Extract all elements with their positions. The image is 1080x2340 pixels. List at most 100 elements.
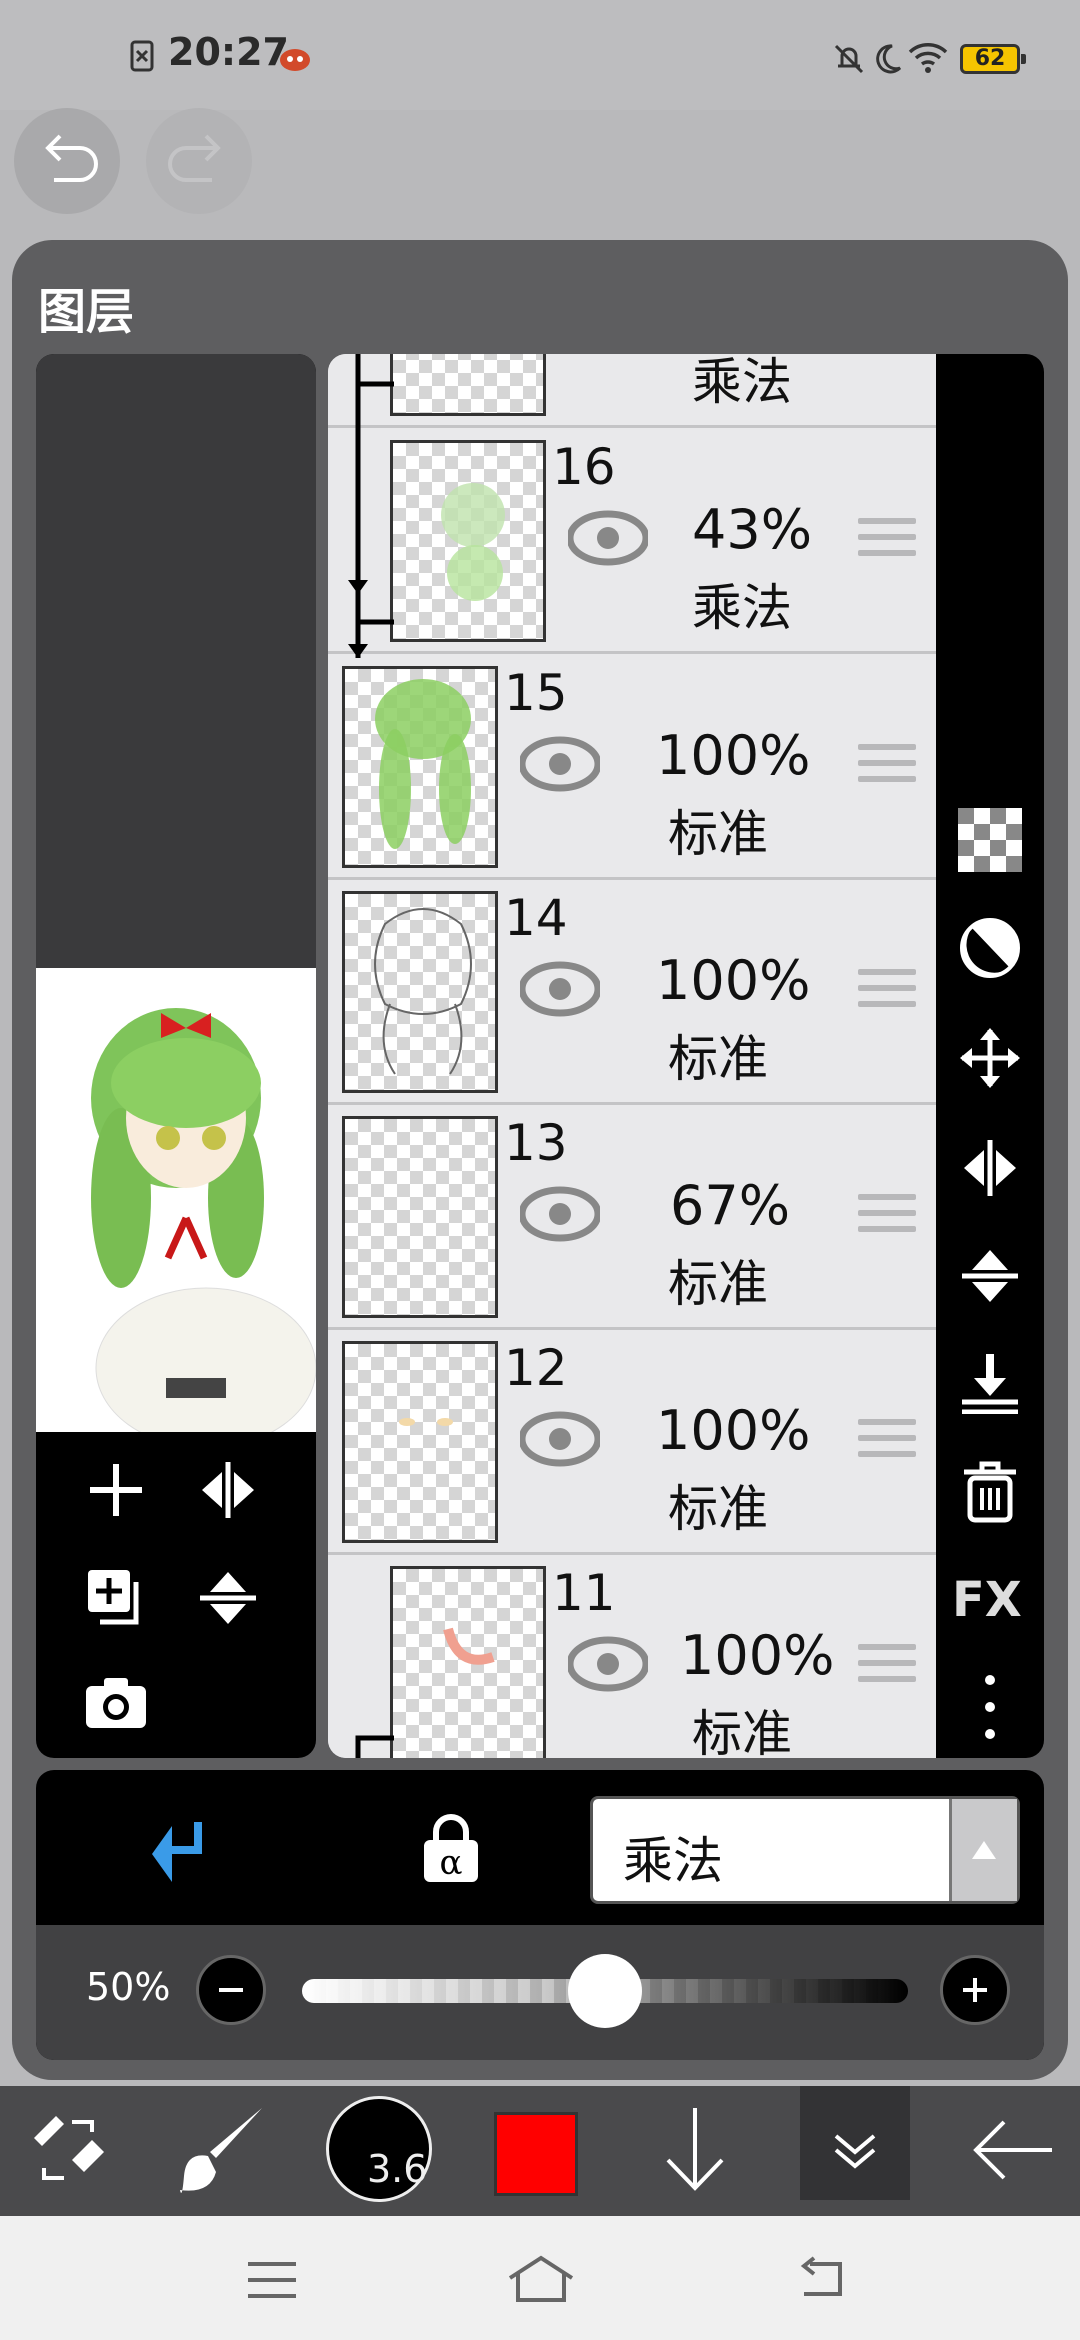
bottom-toolbar: 3.6 [0, 2086, 1080, 2216]
layer-blend-mode: 标准 [668, 805, 768, 863]
layer-row[interactable]: 乘法 [328, 354, 936, 428]
layer-thumbnail [390, 1566, 546, 1758]
layer-number: 11 [552, 1564, 616, 1622]
visibility-eye-icon[interactable] [520, 1409, 600, 1469]
chevron-double-down-icon [834, 2134, 876, 2169]
preview-empty-area [36, 354, 316, 968]
plus-icon [963, 1978, 987, 2002]
visibility-eye-icon[interactable] [520, 734, 600, 794]
fx-button[interactable]: FX [952, 1572, 1022, 1628]
layer-blend-mode: 标准 [668, 1030, 768, 1088]
flip-horizontal-icon[interactable] [196, 1458, 260, 1522]
status-time: 20:27 [168, 30, 289, 74]
drag-handle-icon[interactable] [858, 518, 916, 568]
brush-size-button[interactable]: 3.6 [326, 2096, 432, 2202]
layer-number: 13 [504, 1114, 568, 1172]
panel-title: 图层 [38, 284, 135, 340]
opacity-decrease-button[interactable] [196, 1955, 266, 2025]
svg-text:α: α [440, 1843, 463, 1883]
moon-icon [876, 44, 902, 74]
layer-opacity: 100% [656, 949, 811, 1012]
layer-thumbnail [342, 891, 498, 1093]
system-navigation-bar [0, 2216, 1080, 2340]
layer-panel-toggle-button[interactable] [800, 2086, 910, 2200]
brush-size-value: 3.6 [367, 2147, 428, 2191]
layer-blend-mode: 标准 [692, 1705, 792, 1758]
minus-icon [219, 1988, 243, 1992]
visibility-eye-icon[interactable] [520, 1184, 600, 1244]
merge-down-icon[interactable] [958, 1350, 1022, 1414]
brush-icon[interactable] [176, 2104, 266, 2194]
layer-row[interactable]: 15 100% 标准 [328, 656, 936, 880]
back-icon[interactable] [796, 2256, 852, 2302]
layer-thumbnail [342, 666, 498, 868]
visibility-eye-icon[interactable] [520, 959, 600, 1019]
clipping-indicator [355, 1735, 394, 1758]
sim-icon [130, 40, 154, 72]
drag-handle-icon[interactable] [858, 1419, 916, 1469]
battery-indicator: 62 [960, 44, 1026, 74]
layer-thumbnail [342, 1116, 498, 1318]
drag-handle-icon[interactable] [858, 744, 916, 794]
layer-list[interactable]: 乘法 16 43% 乘法 15 100% 标准 14 100% 标准 13 67… [328, 354, 936, 1758]
clipping-indicator [348, 582, 394, 658]
layer-thumbnail [390, 440, 546, 642]
layer-number: 12 [504, 1339, 568, 1397]
menu-icon[interactable] [246, 2258, 298, 2302]
layer-opacity: 100% [656, 1399, 811, 1462]
layer-blend-mode: 乘法 [692, 354, 792, 411]
layer-row[interactable]: 16 43% 乘法 [328, 430, 936, 654]
layer-number: 14 [504, 889, 568, 947]
trash-icon[interactable] [958, 1460, 1022, 1524]
status-bar: 20:27 62 [0, 0, 1080, 110]
visibility-eye-icon[interactable] [568, 1634, 648, 1694]
contrast-icon[interactable] [958, 916, 1022, 980]
more-vertical-icon[interactable] [980, 1672, 1000, 1742]
alpha-lock-icon[interactable]: α [420, 1814, 482, 1884]
blend-mode-select[interactable]: 乘法 [590, 1796, 1020, 1904]
visibility-eye-icon[interactable] [568, 508, 648, 568]
undo-icon [45, 134, 98, 182]
canvas-preview-column [36, 354, 316, 1758]
layer-row[interactable]: 14 100% 标准 [328, 881, 936, 1105]
redo-button[interactable] [146, 108, 252, 214]
redo-icon [168, 134, 221, 182]
duplicate-layer-icon[interactable] [84, 1566, 148, 1630]
back-arrow-icon[interactable] [968, 2112, 1058, 2188]
layer-opacity: 100% [656, 724, 811, 787]
layer-options-bar: α 乘法 50% [36, 1770, 1044, 2060]
layer-thumbnail [390, 354, 546, 416]
opacity-increase-button[interactable] [940, 1955, 1010, 2025]
drag-handle-icon[interactable] [858, 1194, 916, 1244]
layer-thumbnail [342, 1341, 498, 1543]
undo-button[interactable] [14, 108, 120, 214]
move-icon[interactable] [958, 1026, 1022, 1090]
transparency-checker-icon[interactable] [958, 808, 1022, 872]
mute-icon [834, 44, 864, 74]
camera-icon[interactable] [84, 1674, 148, 1730]
layer-row[interactable]: 11 100% 标准 [328, 1556, 936, 1758]
clipping-arrow-icon[interactable] [142, 1818, 208, 1884]
wifi-icon [908, 43, 948, 73]
layer-number: 16 [552, 438, 616, 496]
flip-vertical-icon[interactable] [196, 1566, 260, 1630]
flip-horizontal-icon[interactable] [958, 1136, 1022, 1200]
flip-vertical-icon[interactable] [958, 1244, 1022, 1308]
dropdown-arrow-button[interactable] [949, 1799, 1017, 1901]
arrow-down-icon[interactable] [660, 2104, 730, 2196]
blend-mode-value: 乘法 [623, 1832, 723, 1890]
triangle-up-icon [972, 1841, 996, 1859]
brush-eraser-swap-icon[interactable] [26, 2108, 110, 2192]
opacity-slider-thumb[interactable] [568, 1954, 642, 2028]
home-icon[interactable] [506, 2252, 576, 2304]
drag-handle-icon[interactable] [858, 969, 916, 1019]
right-toolbar: FX [936, 354, 1044, 1758]
opacity-row: 50% [36, 1925, 1044, 2060]
canvas-preview-image[interactable] [36, 968, 316, 1449]
drag-handle-icon[interactable] [858, 1644, 916, 1694]
color-swatch[interactable] [494, 2112, 578, 2196]
layer-row[interactable]: 13 67% 标准 [328, 1106, 936, 1330]
layer-opacity: 67% [670, 1174, 791, 1237]
add-layer-button[interactable] [84, 1458, 148, 1522]
layer-row[interactable]: 12 100% 标准 [328, 1331, 936, 1555]
